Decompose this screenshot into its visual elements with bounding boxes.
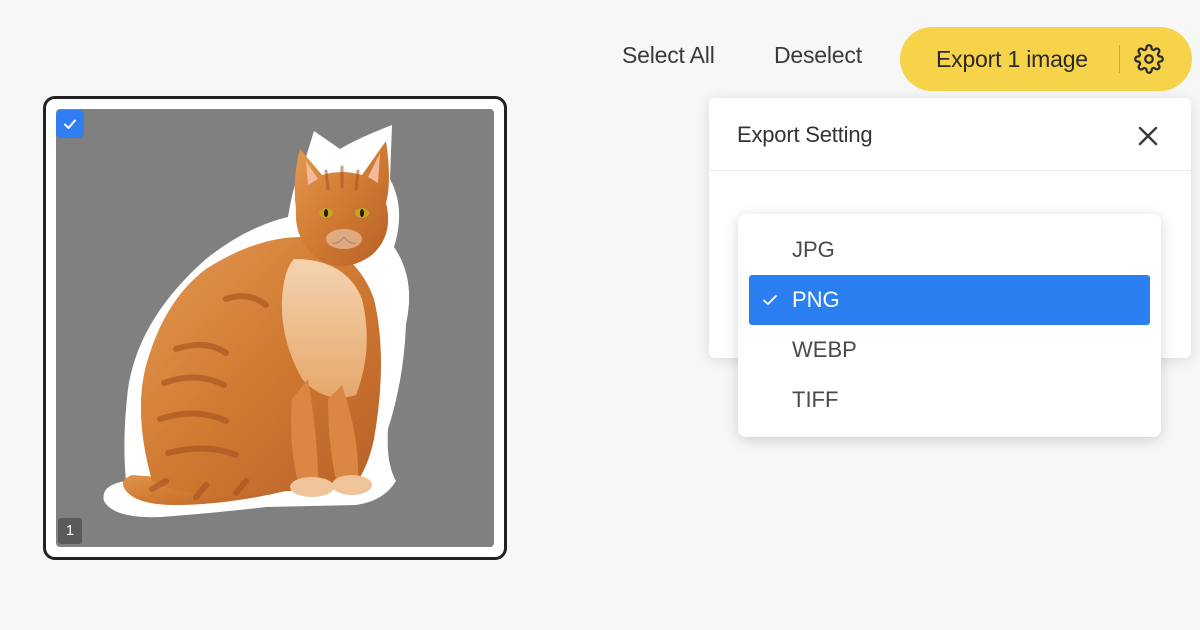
image-thumbnail[interactable] (56, 109, 494, 547)
panel-divider (709, 170, 1191, 171)
format-option-jpg[interactable]: JPG (749, 225, 1150, 275)
export-button-label: Export 1 image (936, 45, 1088, 72)
export-button[interactable]: Export 1 image (900, 27, 1192, 91)
deselect-button[interactable]: Deselect (774, 42, 862, 69)
format-option-tiff[interactable]: TIFF (749, 375, 1150, 425)
gear-icon[interactable] (1134, 44, 1164, 74)
image-select-checkbox[interactable] (56, 110, 84, 138)
check-icon (763, 295, 777, 305)
format-option-label: JPG (792, 237, 835, 262)
image-card[interactable] (43, 96, 507, 560)
format-option-label: PNG (792, 287, 840, 312)
export-settings-title: Export Setting (737, 122, 873, 147)
cat-sticker-image (103, 125, 410, 518)
format-option-label: WEBP (792, 337, 857, 362)
check-icon (64, 119, 76, 129)
format-option-png[interactable]: PNG (749, 275, 1150, 325)
format-option-label: TIFF (792, 387, 839, 412)
format-option-webp[interactable]: WEBP (749, 325, 1150, 375)
export-button-divider (1119, 45, 1120, 73)
format-dropdown-menu[interactable]: JPG PNG WEBP TIFF (738, 214, 1161, 437)
select-all-button[interactable]: Select All (622, 42, 715, 69)
image-index-badge: 1 (58, 518, 82, 544)
close-icon[interactable] (1135, 123, 1161, 149)
